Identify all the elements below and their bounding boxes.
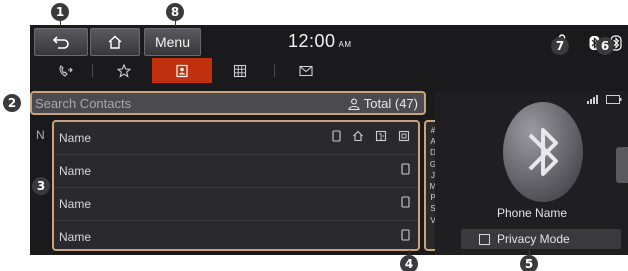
contact-number-types bbox=[332, 130, 410, 142]
privacy-mode-checkbox[interactable] bbox=[479, 233, 490, 245]
tab-call-history[interactable] bbox=[36, 58, 96, 83]
mobile-phone-icon bbox=[401, 229, 410, 241]
back-icon bbox=[52, 36, 69, 49]
contact-number-types bbox=[401, 163, 410, 175]
office-phone-icon bbox=[375, 130, 387, 142]
contacts-icon bbox=[176, 64, 188, 77]
contact-number-types bbox=[401, 229, 410, 241]
home-button[interactable] bbox=[90, 28, 140, 56]
connected-device-panel: Phone Name Privacy Mode bbox=[435, 91, 628, 255]
side-panel-handle[interactable] bbox=[616, 147, 628, 183]
callout-badge-4: 4 bbox=[400, 255, 418, 271]
messages-icon bbox=[299, 65, 313, 76]
tab-keypad[interactable] bbox=[210, 58, 270, 83]
callout-badge-5: 5 bbox=[520, 255, 538, 271]
home-phone-icon bbox=[353, 130, 363, 142]
total-contacts: Total (47) bbox=[348, 96, 418, 111]
menu-button[interactable]: Menu bbox=[144, 28, 201, 56]
privacy-mode-toggle[interactable]: Privacy Mode bbox=[461, 229, 621, 249]
privacy-mode-label: Privacy Mode bbox=[497, 232, 570, 246]
back-button[interactable] bbox=[34, 28, 88, 56]
callout-badge-7: 7 bbox=[551, 37, 569, 55]
contact-name: Name bbox=[59, 230, 92, 244]
home-icon bbox=[108, 35, 122, 49]
current-index-letter: N bbox=[36, 128, 45, 142]
menu-button-label: Menu bbox=[154, 34, 191, 50]
mobile-phone-icon bbox=[332, 130, 341, 142]
tab-favorites[interactable] bbox=[94, 58, 154, 83]
tab-messages[interactable] bbox=[276, 58, 336, 83]
contact-number-types bbox=[401, 196, 410, 208]
top-bar: Menu 12:00 AM bbox=[30, 28, 628, 56]
clock-time: 12:00 bbox=[288, 31, 336, 51]
tab-divider bbox=[92, 64, 93, 77]
mobile-phone-icon bbox=[401, 196, 410, 208]
callout-badge-3: 3 bbox=[32, 177, 50, 195]
phone-tabs bbox=[30, 58, 430, 83]
callout-badge-8: 8 bbox=[166, 3, 184, 21]
contact-name: Name bbox=[59, 197, 92, 211]
phone-contacts-screen: Menu 12:00 AM Search Contacts Total (47)… bbox=[30, 25, 628, 255]
favorites-star-icon bbox=[117, 63, 131, 78]
total-count: Total (47) bbox=[363, 96, 418, 111]
tab-contacts[interactable] bbox=[152, 58, 212, 83]
mobile-phone-icon bbox=[401, 163, 410, 175]
clock: 12:00 AM bbox=[288, 31, 352, 52]
callout-badge-6: 6 bbox=[596, 37, 614, 55]
bluetooth-device-icon bbox=[503, 102, 583, 202]
contact-row[interactable]: Name bbox=[54, 221, 418, 249]
contact-row[interactable]: Name bbox=[54, 122, 418, 155]
battery-icon bbox=[606, 95, 622, 104]
phone-name: Phone Name bbox=[497, 206, 568, 220]
tab-divider bbox=[274, 64, 275, 77]
clock-ampm: AM bbox=[338, 40, 352, 49]
contact-name: Name bbox=[59, 131, 92, 145]
other-number-icon bbox=[398, 130, 410, 142]
contact-row[interactable]: Name bbox=[54, 155, 418, 188]
call-history-icon bbox=[59, 64, 73, 77]
contact-row[interactable]: Name bbox=[54, 188, 418, 221]
contact-name: Name bbox=[59, 164, 92, 178]
contacts-list: Name Name Name Name bbox=[52, 120, 420, 251]
search-contacts-bar[interactable]: Search Contacts Total (47) bbox=[30, 91, 426, 115]
callout-badge-1: 1 bbox=[51, 3, 69, 21]
search-contacts-placeholder: Search Contacts bbox=[35, 96, 132, 111]
keypad-icon bbox=[233, 64, 247, 77]
callout-badge-2: 2 bbox=[3, 94, 21, 112]
person-icon bbox=[348, 98, 360, 110]
